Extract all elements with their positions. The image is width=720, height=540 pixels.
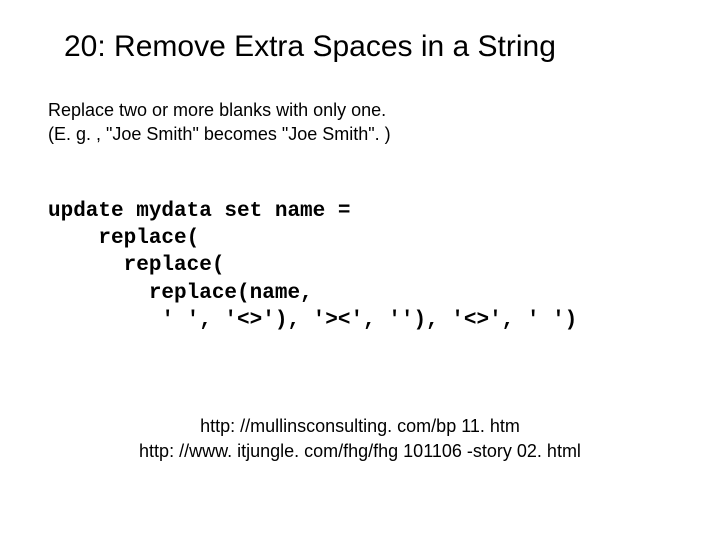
ref-url-1: http: //mullinsconsulting. com/bp 11. ht…	[48, 414, 672, 438]
description-block: Replace two or more blanks with only one…	[48, 98, 672, 147]
code-line-1: update mydata set name =	[48, 200, 350, 223]
code-line-3: replace(	[48, 254, 224, 277]
code-line-5: ' ', '<>'), '><', ''), '<>', ' ')	[48, 309, 577, 332]
code-line-2: replace(	[48, 227, 199, 250]
references: http: //mullinsconsulting. com/bp 11. ht…	[48, 414, 672, 463]
ref-url-2: http: //www. itjungle. com/fhg/fhg 10110…	[48, 439, 672, 463]
slide-title: 20: Remove Extra Spaces in a String	[64, 30, 672, 64]
desc-line-2: (E. g. , "Joe Smith" becomes "Joe Smith"…	[48, 122, 672, 146]
desc-line-1: Replace two or more blanks with only one…	[48, 98, 672, 122]
code-block: update mydata set name = replace( replac…	[48, 171, 672, 335]
code-line-4: replace(name,	[48, 282, 313, 305]
